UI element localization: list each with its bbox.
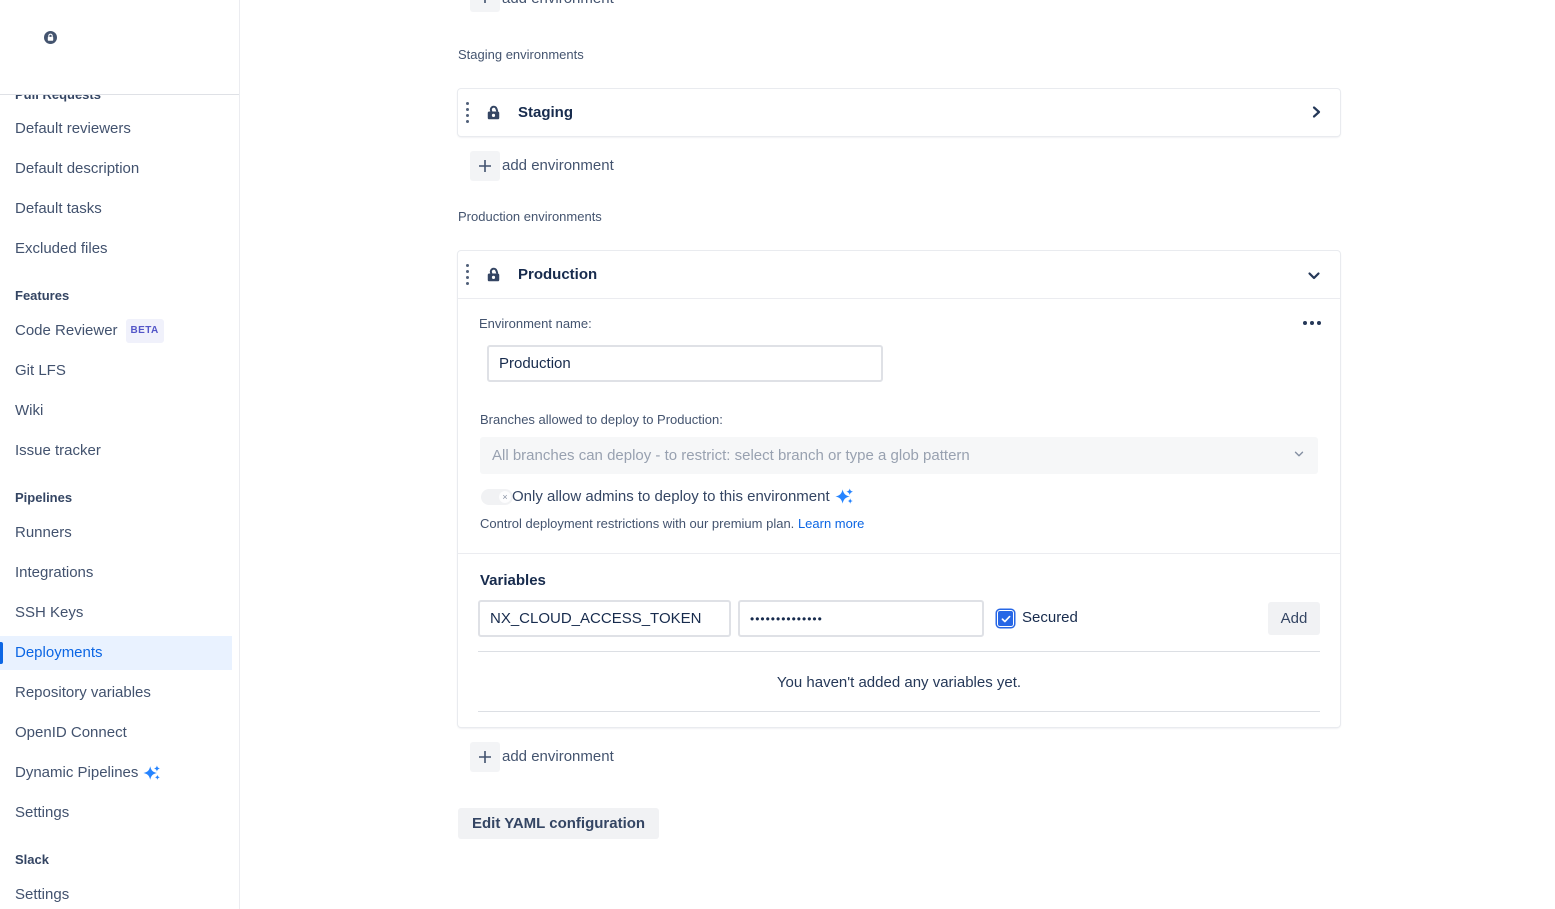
add-environment-button-production[interactable] xyxy=(470,742,500,772)
variables-list-divider-top xyxy=(478,651,1320,652)
sidebar-item-wiki[interactable]: Wiki xyxy=(15,401,43,421)
more-options-icon[interactable] xyxy=(1303,321,1321,325)
deployments-settings-page: Pull Requests </> nx-agents-test-repo De… xyxy=(0,0,1555,909)
admins-only-toggle[interactable]: × xyxy=(481,489,513,505)
premium-plan-note: Control deployment restrictions with our… xyxy=(480,516,864,531)
branches-allowed-label: Branches allowed to deploy to Production… xyxy=(480,412,723,427)
variable-name-input[interactable] xyxy=(478,600,731,637)
variables-heading: Variables xyxy=(480,572,546,589)
sparkles-icon xyxy=(835,487,854,506)
branch-restriction-placeholder: All branches can deploy - to restrict: s… xyxy=(492,447,970,464)
chevron-right-icon[interactable] xyxy=(1308,104,1324,120)
sidebar-item-slack-settings[interactable]: Settings xyxy=(15,885,69,905)
sidebar-item-label: Dynamic Pipelines xyxy=(15,763,138,783)
chevron-down-icon xyxy=(1292,447,1306,465)
sidebar-item-default-tasks[interactable]: Default tasks xyxy=(15,199,102,219)
add-variable-button[interactable]: Add xyxy=(1268,602,1320,635)
sidebar-item-runners[interactable]: Runners xyxy=(15,523,72,543)
sidebar-item-repository-variables[interactable]: Repository variables xyxy=(15,683,151,703)
staging-environments-label: Staging environments xyxy=(458,47,584,62)
variable-value-input[interactable] xyxy=(738,600,984,637)
plus-icon xyxy=(477,749,493,765)
sidebar-item-ssh-keys[interactable]: SSH Keys xyxy=(15,603,83,623)
sparkles-icon xyxy=(143,764,161,782)
sidebar-item-label: Deployments xyxy=(15,643,103,663)
production-environments-label: Production environments xyxy=(458,209,602,224)
sidebar-item-git-lfs[interactable]: Git LFS xyxy=(15,361,66,381)
add-environment-label-production[interactable]: add environment xyxy=(502,748,614,765)
drag-handle-icon[interactable] xyxy=(466,102,469,123)
variables-list-divider-bottom xyxy=(478,711,1320,712)
sidebar-heading-slack: Slack xyxy=(15,852,49,868)
private-repo-lock-badge xyxy=(42,29,59,46)
sidebar-item-pipelines-settings[interactable]: Settings xyxy=(15,803,69,823)
add-environment-button-clipped[interactable] xyxy=(470,0,500,12)
sidebar-item-issue-tracker[interactable]: Issue tracker xyxy=(15,441,101,461)
admins-only-toggle-label: Only allow admins to deploy to this envi… xyxy=(512,487,854,506)
variables-section-divider xyxy=(458,553,1340,554)
beta-badge: BETA xyxy=(126,319,164,343)
chevron-down-icon[interactable] xyxy=(1306,268,1322,284)
drag-handle-icon[interactable] xyxy=(466,264,469,285)
sidebar-item-default-description[interactable]: Default description xyxy=(15,159,139,179)
sidebar-item-integrations[interactable]: Integrations xyxy=(15,563,93,583)
plus-icon xyxy=(477,158,493,174)
secured-label: Secured xyxy=(1022,609,1078,626)
production-card-title: Production xyxy=(518,266,597,283)
environment-name-input[interactable] xyxy=(487,345,883,382)
unlock-icon xyxy=(485,104,502,121)
sidebar-item-label: Code Reviewer xyxy=(15,321,118,341)
sidebar-item-dynamic-pipelines[interactable]: Dynamic Pipelines xyxy=(15,763,161,783)
add-environment-label-clipped[interactable]: add environment xyxy=(502,0,614,7)
branch-restriction-select[interactable]: All branches can deploy - to restrict: s… xyxy=(480,437,1318,474)
unlock-icon xyxy=(485,266,502,283)
plus-icon xyxy=(477,0,493,5)
check-icon xyxy=(1000,613,1012,625)
settings-sidebar: Pull Requests </> nx-agents-test-repo De… xyxy=(0,0,240,909)
sidebar-item-default-reviewers[interactable]: Default reviewers xyxy=(15,119,131,139)
lock-icon xyxy=(46,33,55,42)
add-environment-button-staging[interactable] xyxy=(470,151,500,181)
empty-variables-text: You haven't added any variables yet. xyxy=(458,674,1340,691)
sidebar-item-excluded-files[interactable]: Excluded files xyxy=(15,239,108,259)
add-environment-label-staging[interactable]: add environment xyxy=(502,157,614,174)
staging-environment-card[interactable]: Staging xyxy=(458,89,1340,136)
sidebar-heading-features: Features xyxy=(15,288,69,304)
card-header-divider xyxy=(458,298,1340,299)
sidebar-item-code-reviewer[interactable]: Code Reviewer BETA xyxy=(15,321,164,341)
edit-yaml-configuration-button[interactable]: Edit YAML configuration xyxy=(458,808,659,839)
secured-checkbox[interactable] xyxy=(997,610,1014,627)
toggle-cross-icon: × xyxy=(499,491,511,503)
repo-header xyxy=(0,0,239,95)
sidebar-item-deployments[interactable]: Deployments xyxy=(0,636,232,670)
sidebar-heading-pipelines: Pipelines xyxy=(15,490,72,506)
sidebar-item-openid-connect[interactable]: OpenID Connect xyxy=(15,723,127,743)
staging-card-title: Staging xyxy=(518,104,573,121)
learn-more-link[interactable]: Learn more xyxy=(798,516,864,531)
environment-name-label: Environment name: xyxy=(479,316,592,331)
active-indicator-bar xyxy=(0,642,3,664)
